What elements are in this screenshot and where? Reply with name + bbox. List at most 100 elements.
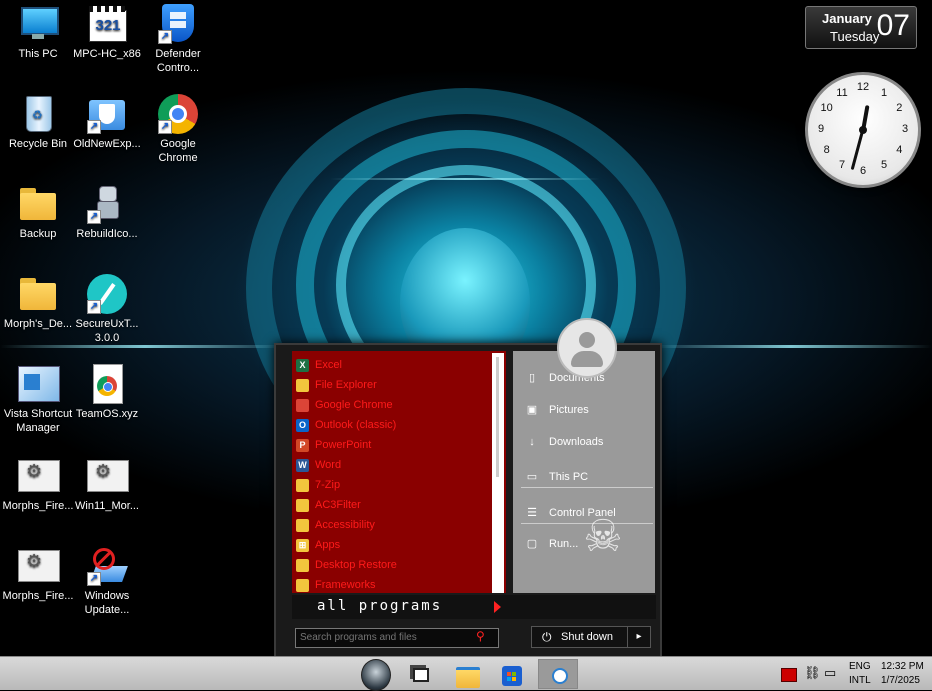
this-pc-icon — [18, 4, 59, 44]
right-pane-separator — [521, 487, 653, 488]
power-icon: ⏻ — [542, 630, 552, 644]
program-item[interactable]: P PowerPoint — [296, 435, 371, 455]
desktop-icon-mpc-hc[interactable]: 321 MPC-HC_x86 — [69, 4, 145, 61]
desktop-icon-morphs-folder[interactable]: Morph's_De... — [0, 274, 76, 331]
calendar-gadget[interactable]: January Tuesday 07 — [805, 6, 917, 49]
clock-number: 7 — [838, 159, 846, 172]
desktop-icon-backup[interactable]: Backup — [0, 184, 76, 241]
taskbar-clock[interactable]: 12:32 PM 1/7/2025 — [881, 661, 924, 686]
shutdown-button[interactable]: ⏻ Shut down — [531, 626, 629, 648]
clock-number: 9 — [817, 123, 825, 135]
shutdown-options-button[interactable]: ▸ — [627, 626, 651, 648]
desktop-icon-secureux[interactable]: ↗ SecureUxT... 3.0.0 — [69, 274, 145, 345]
desktop-icon-google-chrome[interactable]: ↗ Google Chrome — [140, 94, 216, 165]
program-item[interactable]: Accessibility — [296, 515, 375, 535]
program-label: PowerPoint — [315, 439, 372, 451]
program-item[interactable]: Google Chrome — [296, 395, 393, 415]
outlook-icon: O — [296, 418, 309, 432]
right-item-run[interactable]: ▢ Run... — [525, 534, 579, 554]
desktop-icon-vista-shortcut-manager[interactable]: Vista Shortcut Manager — [0, 364, 76, 435]
folder-icon — [296, 558, 309, 572]
clock-number: 10 — [820, 102, 833, 114]
user-avatar[interactable] — [557, 318, 617, 378]
shortcut-arrow-icon: ↗ — [87, 300, 101, 314]
control-panel-icon: ☰ — [527, 507, 537, 519]
program-label: Accessibility — [315, 519, 375, 531]
task-view-icon — [413, 668, 429, 682]
task-view-button[interactable] — [404, 659, 440, 689]
desktop-icon-win11-morphs[interactable]: ⚙ Win11_Mor... — [69, 456, 145, 513]
rebuild-icon: ↗ — [87, 184, 127, 224]
program-item[interactable]: AC3Filter — [296, 495, 361, 515]
desktop-icon-defender[interactable]: ↗ Defender Contro... — [140, 4, 216, 75]
user-body-icon — [571, 351, 603, 367]
clock-center — [859, 126, 867, 134]
right-item-picture[interactable]: ▣ Pictures — [525, 400, 589, 420]
start-menu[interactable]: X Excel File Explorer Google Chrome O Outlook… — [274, 343, 662, 656]
settings-file-icon: ⚙ — [18, 546, 60, 586]
desktop-icon-oldnewexplorer[interactable]: ↗ OldNewExp... — [69, 94, 145, 151]
tray-network-icon[interactable]: ⛓ — [804, 665, 821, 681]
folder-icon — [296, 498, 309, 512]
taskbar-time: 12:32 PM — [881, 661, 924, 672]
program-item[interactable]: Frameworks — [296, 575, 376, 593]
desktop-icon-morphs-fire-2[interactable]: ⚙ Morphs_Fire... — [0, 546, 76, 603]
taskbar: ⛓ ▭ ENG INTL 12:32 PM 1/7/2025 — [0, 656, 932, 691]
clock-number: 6 — [859, 165, 867, 177]
clock-number: 3 — [901, 123, 909, 135]
file-explorer-button[interactable] — [450, 659, 486, 689]
search-icon[interactable]: ⚲ — [476, 629, 490, 645]
program-item[interactable]: W Word — [296, 455, 341, 475]
program-item[interactable]: X Excel — [296, 355, 342, 375]
right-item-label: Downloads — [549, 436, 604, 448]
programs-list[interactable]: X Excel File Explorer Google Chrome O Outlook… — [292, 351, 506, 593]
all-programs-button[interactable]: all programs — [292, 595, 656, 619]
programs-scrollbar[interactable] — [492, 353, 504, 593]
desktop-icon-this-pc[interactable]: This PC — [0, 4, 76, 61]
tray-display-icon[interactable]: ▭ — [824, 665, 836, 681]
desktop-icon-morphs-fire-1[interactable]: ⚙ Morphs_Fire... — [0, 456, 76, 513]
picture-icon: ▣ — [526, 404, 538, 416]
program-item[interactable]: Desktop Restore — [296, 555, 397, 575]
program-label: Outlook (classic) — [315, 419, 397, 431]
program-item[interactable]: ⊞ Apps — [296, 535, 340, 555]
powerpoint-icon: P — [296, 438, 309, 452]
settings-file-icon: ⚙ — [18, 456, 60, 496]
clock-gadget[interactable]: 12 1 2 3 4 5 6 7 8 9 10 11 — [805, 72, 921, 188]
store-button[interactable] — [494, 659, 530, 689]
search-input[interactable] — [295, 628, 499, 648]
keyboard-layout: INTL — [849, 675, 871, 686]
right-item-computer[interactable]: ▭ This PC — [525, 467, 588, 487]
folder-icon — [296, 478, 309, 492]
desktop-icon-recycle-bin[interactable]: ♻ Recycle Bin — [0, 94, 76, 151]
language-indicator[interactable]: ENG INTL — [849, 661, 871, 686]
program-item[interactable]: 7-Zip — [296, 475, 340, 495]
calendar-day-number: 07 — [876, 9, 910, 42]
start-orb-button[interactable] — [357, 659, 393, 691]
wallpaper-ray-left — [0, 345, 290, 348]
right-item-download[interactable]: ↓ Downloads — [525, 432, 603, 452]
desktop-icon-rebuildicons[interactable]: ↗ RebuildIco... — [69, 184, 145, 241]
right-item-label: Run... — [549, 538, 579, 550]
shortcut-arrow-icon: ↗ — [87, 120, 101, 134]
scrollbar-thumb[interactable] — [496, 357, 499, 477]
word-icon: W — [296, 458, 309, 472]
shortcut-arrow-icon: ↗ — [158, 30, 172, 44]
defender-icon: ↗ — [158, 4, 198, 44]
tray-red-app-icon[interactable] — [781, 668, 797, 682]
all-programs-label: all programs — [317, 598, 443, 614]
program-item[interactable]: File Explorer — [296, 375, 377, 395]
windows-update-icon: ↗ — [87, 546, 128, 586]
desktop-icon-teamos[interactable]: TeamOS.xyz — [69, 364, 145, 421]
settings-file-icon: ⚙ — [87, 456, 129, 496]
program-label: AC3Filter — [315, 499, 361, 511]
all-programs-arrow-icon — [494, 601, 501, 613]
active-app-button[interactable] — [538, 659, 578, 689]
oldnewexplorer-icon: ↗ — [87, 94, 127, 134]
desktop-icon-windows-update[interactable]: ↗ Windows Update... — [69, 546, 145, 617]
folder-icon — [296, 578, 309, 592]
clock-number: 8 — [823, 144, 830, 156]
clock-number: 11 — [836, 86, 848, 99]
mpc-hc-icon: 321 — [87, 4, 127, 44]
program-item[interactable]: O Outlook (classic) — [296, 415, 396, 435]
